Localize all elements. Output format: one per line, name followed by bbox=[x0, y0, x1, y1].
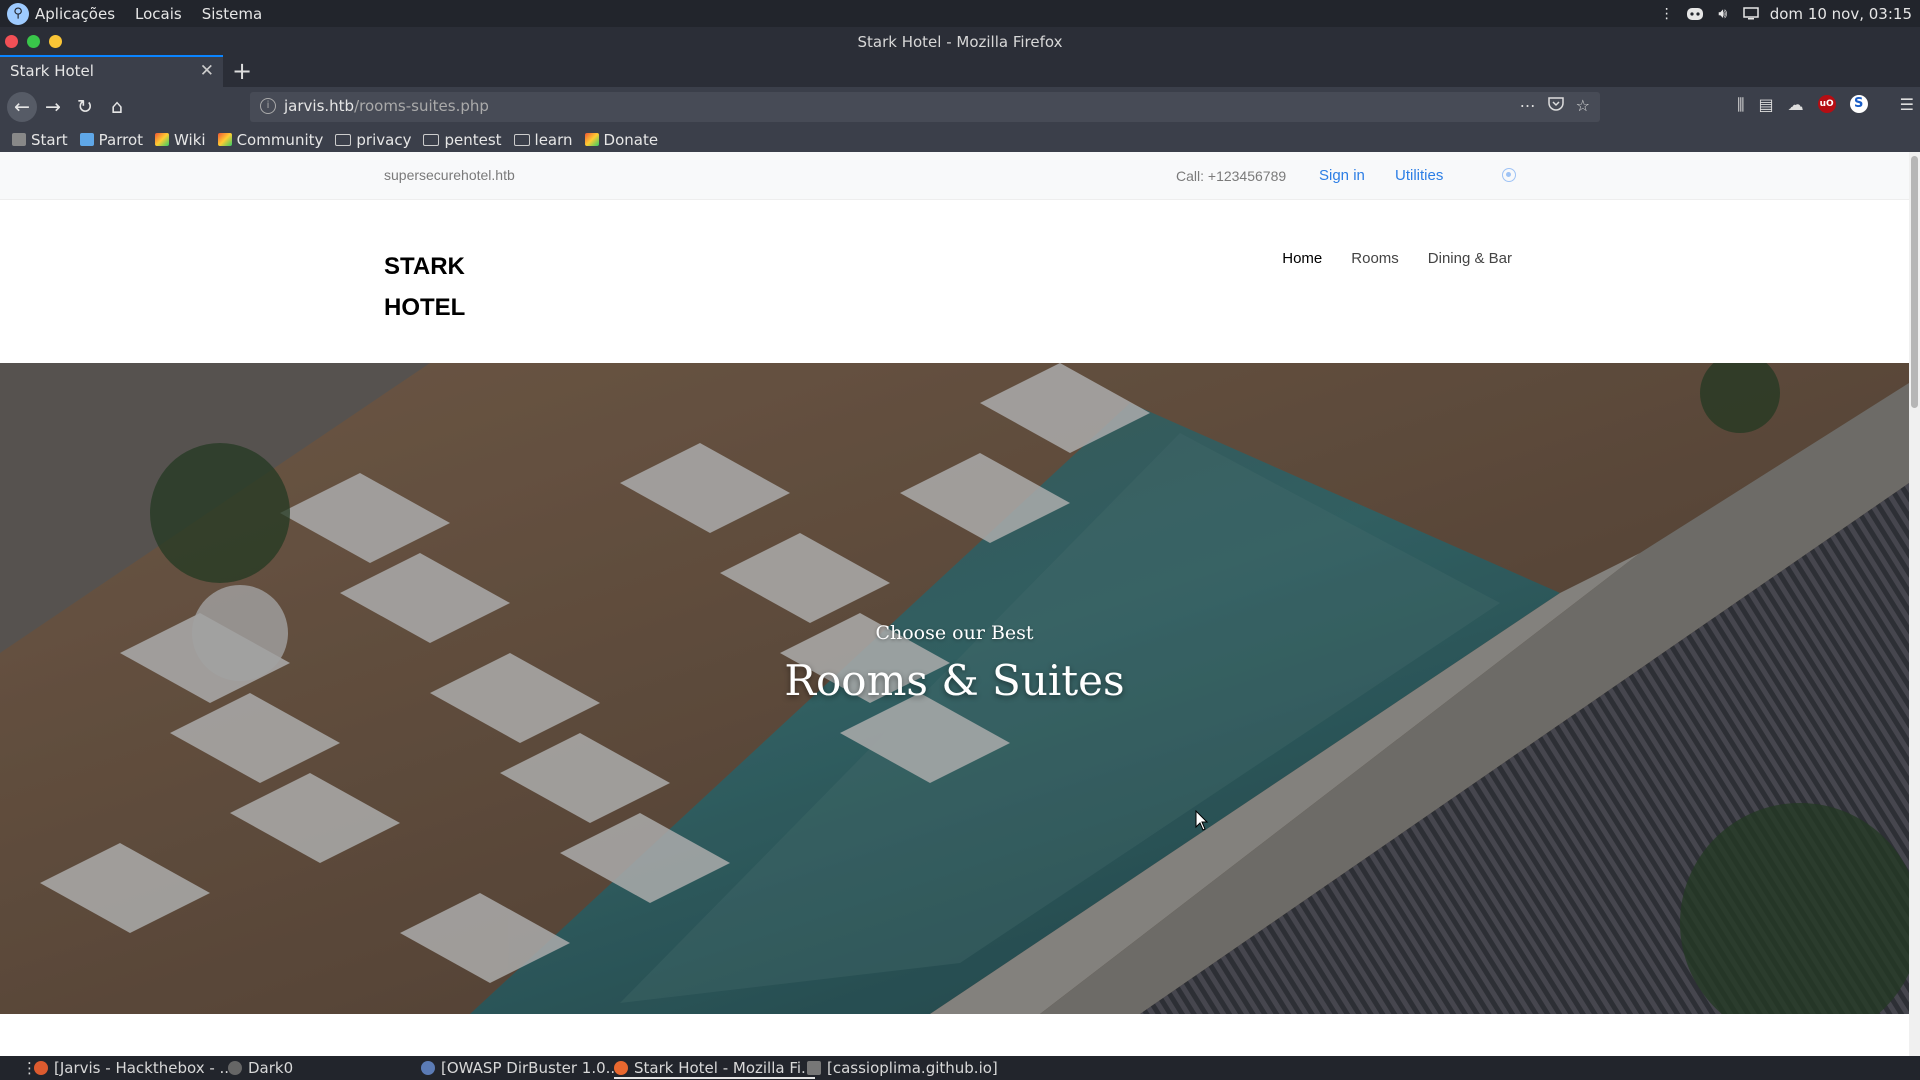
s-extension-icon[interactable]: S bbox=[1849, 95, 1868, 113]
home-icon[interactable]: ⌂ bbox=[105, 95, 129, 119]
window-titlebar: Stark Hotel - Mozilla Firefox bbox=[0, 27, 1920, 55]
bookmark-parrot[interactable]: Parrot bbox=[79, 131, 143, 149]
firefox-icon bbox=[614, 1061, 628, 1075]
system-tray: ⋮ 🔊︎ dom 10 nov, 03:15 bbox=[1658, 0, 1912, 27]
bookmark-folder-learn[interactable]: learn bbox=[513, 131, 573, 149]
utilities-link[interactable]: Utilities bbox=[1395, 167, 1443, 184]
window-title: Stark Hotel - Mozilla Firefox bbox=[857, 33, 1063, 51]
new-tab-icon[interactable]: + bbox=[232, 57, 252, 85]
url-bar[interactable]: i jarvis.htb/rooms-suites.php ⋯ ☆ bbox=[250, 92, 1600, 122]
logo-line-1: STARK bbox=[384, 253, 465, 280]
bookmarks-toolbar: Start Parrot Wiki Community privacy pent… bbox=[0, 127, 1920, 152]
back-arrow-icon[interactable]: ← bbox=[7, 92, 37, 122]
bookmark-start[interactable]: Start bbox=[12, 131, 68, 149]
tab-stark-hotel[interactable]: Stark Hotel ✕ bbox=[0, 55, 223, 87]
sidebar-icon[interactable]: ▤ bbox=[1759, 95, 1774, 115]
site-nav: Home Rooms Dining & Bar bbox=[1282, 250, 1512, 267]
page-actions-icon[interactable]: ⋯ bbox=[1520, 96, 1536, 115]
task-folder[interactable]: [cassioplima.github.io] bbox=[807, 1059, 998, 1077]
pocket-icon[interactable] bbox=[1547, 96, 1564, 115]
library-icon[interactable]: ⫼ bbox=[1737, 95, 1744, 115]
page-viewport: supersecurehotel.htb Call: +123456789 Si… bbox=[0, 152, 1909, 1056]
bookmark-community[interactable]: Community bbox=[217, 131, 323, 149]
menu-places[interactable]: Locais bbox=[135, 5, 182, 23]
reload-icon[interactable]: ↻ bbox=[73, 95, 97, 119]
forward-arrow-icon[interactable]: → bbox=[41, 95, 65, 119]
url-path: /rooms-suites.php bbox=[354, 97, 489, 115]
task-firefox[interactable]: Stark Hotel - Mozilla Fi... bbox=[614, 1059, 816, 1079]
tab-label: Stark Hotel bbox=[10, 62, 94, 80]
parrot-logo-icon[interactable]: ⚲ bbox=[7, 2, 29, 25]
hero-banner: Choose our Best Rooms & Suites bbox=[0, 363, 1909, 1014]
volume-icon[interactable]: 🔊︎ bbox=[1714, 6, 1732, 22]
site-topbar: supersecurehotel.htb Call: +123456789 Si… bbox=[0, 152, 1909, 200]
nav-rooms[interactable]: Rooms bbox=[1351, 250, 1399, 267]
donate-icon bbox=[584, 133, 599, 146]
navigation-bar: ← → ↻ ⌂ i jarvis.htb/rooms-suites.php ⋯ … bbox=[0, 87, 1920, 127]
bookmark-star-icon[interactable]: ☆ bbox=[1576, 96, 1590, 115]
menu-applications[interactable]: Aplicações bbox=[35, 5, 115, 23]
task-dirbuster[interactable]: [OWASP DirBuster 1.0... bbox=[421, 1059, 620, 1077]
nav-dining-bar[interactable]: Dining & Bar bbox=[1428, 250, 1512, 267]
extension-icon[interactable]: ☁ bbox=[1788, 95, 1804, 115]
ublock-icon[interactable]: uO bbox=[1817, 95, 1836, 113]
logo-line-2: HOTEL bbox=[384, 294, 466, 321]
wiki-icon bbox=[155, 133, 170, 146]
site-phone: Call: +123456789 bbox=[1176, 168, 1287, 184]
site-logo[interactable]: STARK HOTEL bbox=[384, 246, 514, 328]
site-info-icon[interactable]: i bbox=[260, 98, 276, 114]
site-header: STARK HOTEL Home Rooms Dining & Bar bbox=[0, 200, 1909, 363]
start-icon bbox=[12, 133, 26, 146]
hero-title: Rooms & Suites bbox=[784, 656, 1125, 705]
folder-icon bbox=[423, 133, 440, 146]
clock[interactable]: dom 10 nov, 03:15 bbox=[1770, 5, 1912, 23]
folder-icon bbox=[807, 1061, 821, 1075]
parrot-icon bbox=[79, 133, 94, 146]
tab-bar: Stark Hotel ✕ + bbox=[0, 55, 1920, 87]
nav-home[interactable]: Home bbox=[1282, 250, 1322, 267]
chrome-icon bbox=[34, 1061, 48, 1075]
folder-icon bbox=[335, 133, 352, 146]
menu-dots-icon[interactable]: ⋮ bbox=[1658, 6, 1676, 22]
task-dark0[interactable]: Dark0 bbox=[228, 1059, 293, 1077]
mouse-cursor-icon bbox=[1195, 810, 1209, 831]
community-icon bbox=[217, 133, 232, 146]
task-jarvis[interactable]: [Jarvis - Hackthebox - ... bbox=[34, 1059, 234, 1077]
radio-circle-icon[interactable] bbox=[1502, 168, 1516, 182]
site-domain: supersecurehotel.htb bbox=[384, 167, 515, 183]
scrollbar-thumb[interactable] bbox=[1911, 156, 1918, 408]
bookmark-wiki[interactable]: Wiki bbox=[155, 131, 206, 149]
desktop-top-panel: ⚲ Aplicações Locais Sistema ⋮ 🔊︎ dom 10 … bbox=[0, 0, 1920, 27]
url-host: jarvis.htb bbox=[284, 97, 355, 115]
display-icon[interactable] bbox=[1742, 6, 1760, 22]
menu-system[interactable]: Sistema bbox=[202, 5, 262, 23]
folder-icon bbox=[513, 133, 530, 146]
hamburger-menu-icon[interactable]: ☰ bbox=[1900, 95, 1914, 115]
bookmark-folder-pentest[interactable]: pentest bbox=[423, 131, 502, 149]
bookmark-folder-privacy[interactable]: privacy bbox=[335, 131, 411, 149]
discord-icon[interactable] bbox=[1686, 6, 1704, 22]
page-scrollbar[interactable] bbox=[1909, 152, 1920, 1056]
close-tab-icon[interactable]: ✕ bbox=[200, 61, 214, 81]
hero-subtitle: Choose our Best bbox=[875, 622, 1034, 644]
java-icon bbox=[421, 1061, 435, 1075]
bookmark-donate[interactable]: Donate bbox=[584, 131, 658, 149]
taskbar: ⋮ [Jarvis - Hackthebox - ... Dark0 [OWAS… bbox=[0, 1056, 1920, 1080]
toolbar-right: ⫼ ▤ ☁ uO S ☰ bbox=[1737, 95, 1914, 115]
sign-in-link[interactable]: Sign in bbox=[1319, 167, 1365, 184]
terminal-icon bbox=[228, 1061, 242, 1075]
